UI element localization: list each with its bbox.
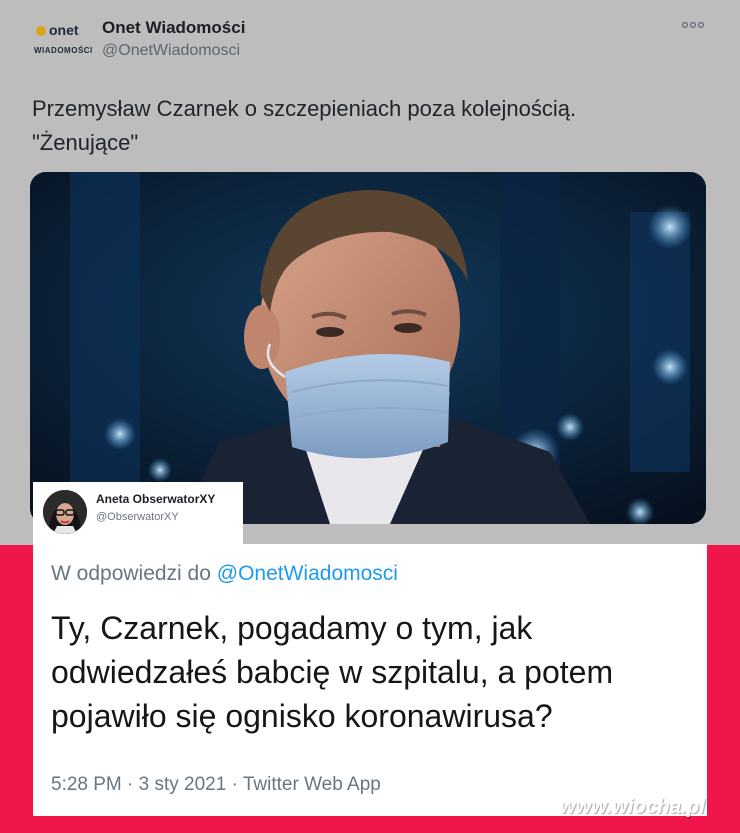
photo-man-in-mask <box>30 172 706 524</box>
reply-text-line: Ty, Czarnek, pogadamy o tym, jak <box>51 610 533 646</box>
tweet-text-line: "Żenujące" <box>32 130 139 155</box>
onet-logo-dot-icon <box>36 26 46 36</box>
tweet-text-line: Przemysław Czarnek o szczepieniach poza … <box>32 96 577 121</box>
original-tweet[interactable]: onet WIADOMOŚCI Onet Wiadomości @OnetWia… <box>0 0 740 545</box>
reply-tweet[interactable]: W odpowiedzi do @OnetWiadomosci Ty, Czar… <box>33 544 707 816</box>
reply-author-card[interactable]: Aneta ObserwatorXY @ObserwatorXY <box>33 482 243 544</box>
onet-logo-text: onet <box>49 22 79 38</box>
reply-author-handle[interactable]: @ObserwatorXY <box>96 511 179 523</box>
reply-text-line: pojawiło się ognisko koronawirusa? <box>51 698 553 734</box>
tweet-text: Przemysław Czarnek o szczepieniach poza … <box>32 92 712 160</box>
tweet-author-handle[interactable]: @OnetWiadomosci <box>102 42 240 60</box>
onet-logo: onet WIADOMOŚCI <box>34 20 94 60</box>
reply-author-name[interactable]: Aneta ObserwatorXY <box>96 492 215 506</box>
onet-logo-subtext: WIADOMOŚCI <box>34 46 93 55</box>
tweet-author-name[interactable]: Onet Wiadomości <box>102 18 245 38</box>
reply-timestamp-meta[interactable]: 5:28 PM · 3 sty 2021 · Twitter Web App <box>51 774 381 796</box>
reply-to-mention-link[interactable]: @OnetWiadomosci <box>217 562 398 585</box>
reply-text-line: odwiedzałeś babcię w szpitalu, a potem <box>51 654 614 690</box>
avatar[interactable] <box>43 490 87 534</box>
avatar-image <box>43 490 87 534</box>
reply-text: Ty, Czarnek, pogadamy o tym, jak odwiedz… <box>51 606 701 738</box>
reply-to-prefix: W odpowiedzi do <box>51 562 211 585</box>
watermark: www.wiocha.pl <box>560 796 706 818</box>
reply-to-line: W odpowiedzi do @OnetWiadomosci <box>51 562 398 586</box>
tweet-photo[interactable] <box>30 172 706 524</box>
more-horizontal-icon[interactable] <box>681 16 705 32</box>
